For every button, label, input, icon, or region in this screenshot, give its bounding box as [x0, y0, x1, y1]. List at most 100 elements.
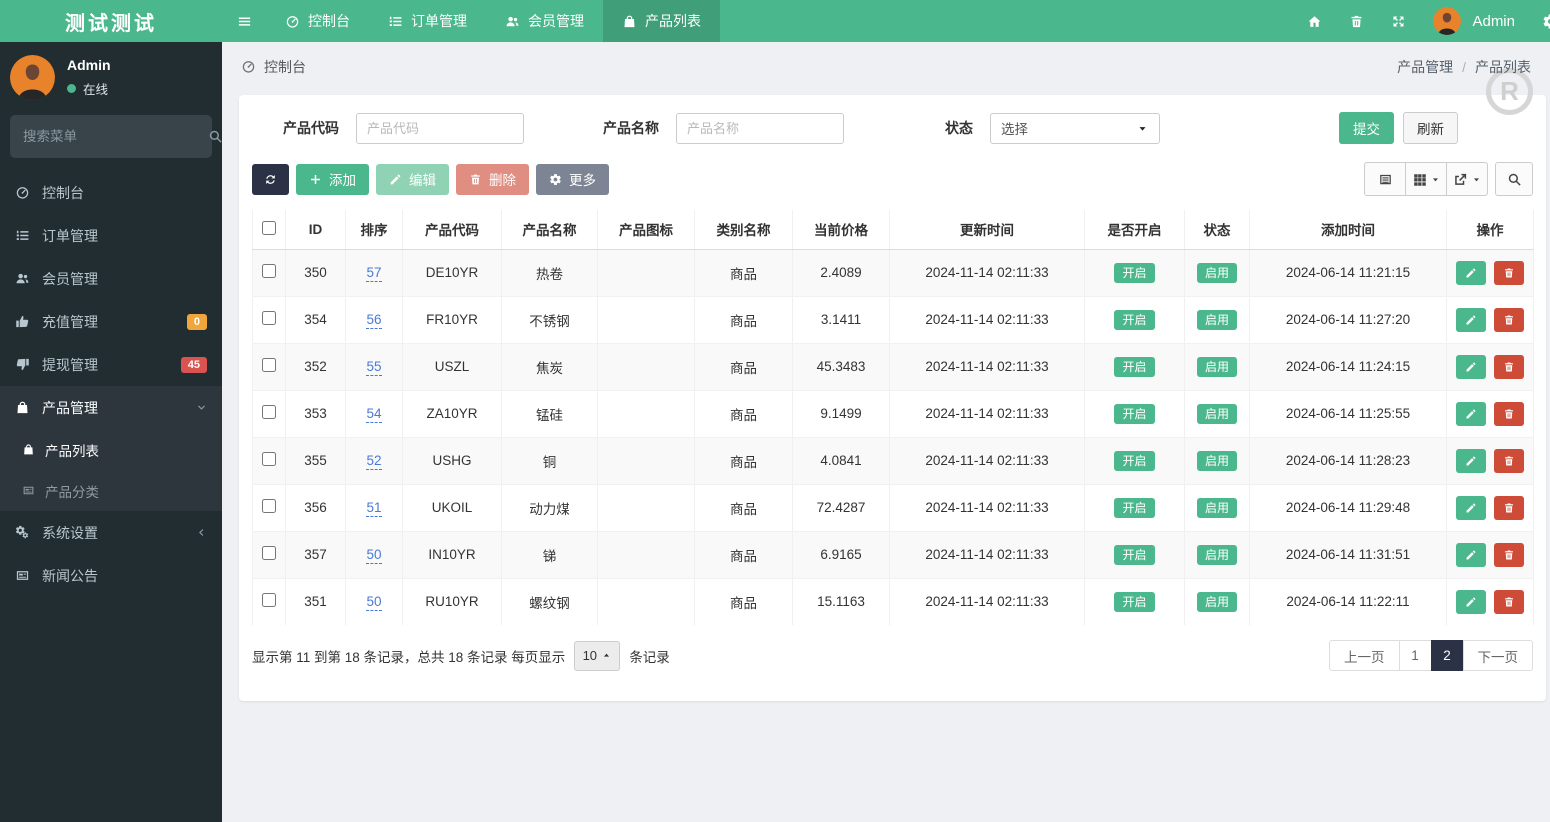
chevron-left-icon [196, 527, 207, 538]
edit-row-button[interactable] [1455, 401, 1486, 426]
edit-row-button[interactable] [1455, 260, 1486, 285]
sort-link[interactable]: 50 [366, 547, 382, 564]
home-button[interactable] [1307, 14, 1322, 29]
navbar-item[interactable]: 控制台 [266, 0, 369, 42]
brand-logo[interactable]: 测试测试 [0, 0, 222, 42]
sort-link[interactable]: 57 [366, 265, 382, 282]
sort-link[interactable]: 56 [366, 312, 382, 329]
code-filter-input[interactable] [356, 112, 524, 144]
column-header[interactable]: 更新时间 [889, 210, 1085, 250]
search-icon[interactable] [208, 129, 223, 144]
next-page-button[interactable]: 下一页 [1462, 640, 1533, 671]
submit-button[interactable]: 提交 [1339, 112, 1394, 144]
edit-row-button[interactable] [1455, 354, 1486, 379]
clear-cache-button[interactable] [1349, 14, 1364, 29]
breadcrumb-page-label[interactable]: 控制台 [264, 57, 306, 77]
search-toggle-button[interactable] [1495, 162, 1533, 196]
sidebar-toggle-button[interactable] [222, 0, 266, 42]
delete-row-button[interactable] [1494, 495, 1525, 520]
view-button-group [1364, 162, 1488, 196]
sidebar-item[interactable]: 产品管理 [0, 386, 222, 429]
sidebar-subitem[interactable]: 产品列表 [0, 429, 222, 470]
user-name[interactable]: Admin [1472, 13, 1515, 30]
row-checkbox[interactable] [262, 264, 276, 278]
prev-page-button[interactable]: 上一页 [1329, 640, 1400, 671]
add-button[interactable]: 添加 [296, 163, 369, 195]
column-header[interactable]: 当前价格 [792, 210, 890, 250]
column-header[interactable]: 产品名称 [501, 210, 598, 250]
navbar-item[interactable]: 订单管理 [369, 0, 486, 42]
sort-link[interactable]: 52 [366, 453, 382, 470]
row-checkbox[interactable] [262, 452, 276, 466]
cell-actions [1446, 295, 1534, 343]
add-button-label: 添加 [329, 173, 356, 188]
cell-price: 3.1411 [792, 295, 890, 343]
sidebar-item[interactable]: 会员管理 [0, 257, 222, 300]
sort-link[interactable]: 54 [366, 406, 382, 423]
delete-row-button[interactable] [1494, 401, 1525, 426]
row-checkbox[interactable] [262, 311, 276, 325]
sidebar-item[interactable]: 新闻公告 [0, 554, 222, 597]
column-header[interactable]: 排序 [345, 210, 403, 250]
page-size-select[interactable]: 10 [574, 640, 621, 671]
more-button[interactable]: 更多 [536, 163, 609, 195]
column-header[interactable]: 产品代码 [402, 210, 502, 250]
edit-row-button[interactable] [1455, 448, 1486, 473]
users-icon [505, 14, 520, 29]
refresh-button[interactable]: 刷新 [1403, 112, 1458, 144]
delete-row-button[interactable] [1494, 260, 1525, 285]
breadcrumb-parent[interactable]: 产品管理 [1397, 57, 1453, 77]
edit-row-button[interactable] [1455, 495, 1486, 520]
name-filter-input[interactable] [676, 112, 844, 144]
column-header[interactable]: 操作 [1446, 210, 1534, 250]
reload-table-button[interactable] [252, 163, 289, 195]
select-all-checkbox[interactable] [262, 220, 276, 235]
row-checkbox[interactable] [262, 499, 276, 513]
sort-link[interactable]: 51 [366, 500, 382, 517]
delete-row-button[interactable] [1494, 448, 1525, 473]
edit-button[interactable]: 编辑 [376, 163, 449, 195]
sort-link[interactable]: 50 [366, 594, 382, 612]
row-checkbox[interactable] [262, 358, 276, 372]
fullscreen-button[interactable] [1391, 14, 1406, 29]
settings-button[interactable] [1542, 13, 1550, 30]
column-header[interactable]: 产品图标 [597, 210, 695, 250]
delete-row-button[interactable] [1494, 354, 1525, 379]
users-icon [15, 271, 30, 286]
navbar-item[interactable]: 会员管理 [486, 0, 603, 42]
sidebar-item[interactable]: 充值管理 0 [0, 300, 222, 343]
main-panel: 产品代码 产品名称 状态 选择 提交 刷新 添加 编辑 删除 更多 [239, 95, 1546, 701]
edit-row-button[interactable] [1455, 589, 1486, 614]
navbar-item[interactable]: 产品列表 [603, 0, 720, 42]
edit-row-button[interactable] [1455, 307, 1486, 332]
sidebar-item[interactable]: 订单管理 [0, 214, 222, 257]
delete-row-button[interactable] [1494, 307, 1525, 332]
delete-button[interactable]: 删除 [456, 163, 529, 195]
column-header[interactable]: 是否开启 [1084, 210, 1185, 250]
columns-button[interactable] [1405, 162, 1447, 196]
row-checkbox[interactable] [262, 593, 276, 608]
column-header[interactable]: 类别名称 [694, 210, 793, 250]
sidebar-item[interactable]: 提现管理 45 [0, 343, 222, 386]
row-checkbox[interactable] [262, 405, 276, 419]
column-header[interactable]: 状态 [1184, 210, 1250, 250]
status-select[interactable]: 选择 [990, 112, 1160, 144]
export-button[interactable] [1446, 162, 1488, 196]
column-header[interactable]: ID [285, 210, 346, 250]
delete-row-button[interactable] [1494, 542, 1525, 567]
toggle-view-button[interactable] [1364, 162, 1406, 196]
delete-row-button[interactable] [1494, 589, 1525, 614]
sidebar-subitem[interactable]: 产品分类 [0, 470, 222, 511]
content-area: R 控制台 产品管理 / 产品列表 产品代码 产品名称 状态 选择 提交 刷新 [222, 42, 1550, 822]
row-checkbox[interactable] [262, 546, 276, 560]
column-header[interactable]: 添加时间 [1249, 210, 1447, 250]
navbar-item-label: 订单管理 [411, 13, 467, 29]
edit-row-button[interactable] [1455, 542, 1486, 567]
menu-search-input[interactable] [23, 129, 200, 144]
page-button[interactable]: 1 [1398, 640, 1432, 671]
user-avatar[interactable] [1433, 7, 1462, 35]
sidebar-item[interactable]: 系统设置 [0, 511, 222, 554]
sidebar-item[interactable]: 控制台 [0, 171, 222, 214]
page-button[interactable]: 2 [1430, 640, 1464, 671]
sort-link[interactable]: 55 [366, 359, 382, 376]
